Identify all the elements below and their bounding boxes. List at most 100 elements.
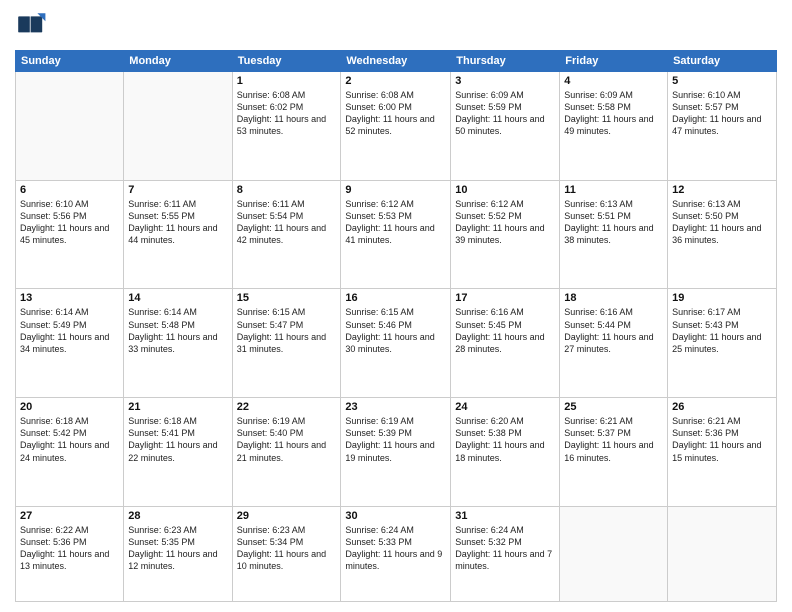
calendar-cell bbox=[668, 506, 777, 601]
day-number: 16 bbox=[345, 292, 446, 304]
weekday-header-tuesday: Tuesday bbox=[232, 51, 341, 72]
logo-icon bbox=[15, 10, 47, 42]
calendar-cell: 24Sunrise: 6:20 AM Sunset: 5:38 PM Dayli… bbox=[451, 398, 560, 507]
day-info: Sunrise: 6:11 AM Sunset: 5:54 PM Dayligh… bbox=[237, 198, 337, 247]
day-info: Sunrise: 6:09 AM Sunset: 5:59 PM Dayligh… bbox=[455, 89, 555, 138]
day-info: Sunrise: 6:16 AM Sunset: 5:45 PM Dayligh… bbox=[455, 306, 555, 355]
calendar-cell: 29 Sunrise: 6:23 AM Sunset: 5:34 PM Dayli… bbox=[232, 506, 341, 601]
calendar-cell: 12 Sunrise: 6:13 AM Sunset: 5:50 PM Dayli… bbox=[668, 180, 777, 289]
day-info: Sunrise: 6:18 AM Sunset: 5:41 PM Dayligh… bbox=[128, 415, 227, 464]
calendar-cell: 19 Sunrise: 6:17 AM Sunset: 5:43 PM Dayli… bbox=[668, 289, 777, 398]
week-row-5: 27Sunrise: 6:22 AM Sunset: 5:36 PM Dayli… bbox=[16, 506, 777, 601]
day-info: Sunrise: 6:12 AM Sunset: 5:52 PM Dayligh… bbox=[455, 198, 555, 247]
day-number: 14 bbox=[128, 292, 227, 304]
calendar-cell: 3 Sunrise: 6:09 AM Sunset: 5:59 PM Daylig… bbox=[451, 72, 560, 181]
day-number: 25 bbox=[564, 401, 663, 413]
calendar-cell: 18 Sunrise: 6:16 AM Sunset: 5:44 PM Dayli… bbox=[560, 289, 668, 398]
calendar-cell bbox=[124, 72, 232, 181]
day-info: Sunrise: 6:15 AM Sunset: 5:46 PM Dayligh… bbox=[345, 306, 446, 355]
day-info: Sunrise: 6:14 AM Sunset: 5:49 PM Dayligh… bbox=[20, 306, 119, 355]
day-number: 6 bbox=[20, 184, 119, 196]
day-number: 31 bbox=[455, 510, 555, 522]
calendar-cell: 13 Sunrise: 6:14 AM Sunset: 5:49 PM Dayli… bbox=[16, 289, 124, 398]
day-number: 24 bbox=[455, 401, 555, 413]
day-info: Sunrise: 6:21 AM Sunset: 5:37 PM Dayligh… bbox=[564, 415, 663, 464]
day-info: Sunrise: 6:15 AM Sunset: 5:47 PM Dayligh… bbox=[237, 306, 337, 355]
calendar: SundayMondayTuesdayWednesdayThursdayFrid… bbox=[15, 50, 777, 602]
day-info: Sunrise: 6:23 AM Sunset: 5:35 PM Dayligh… bbox=[128, 524, 227, 573]
calendar-cell: 25 Sunrise: 6:21 AM Sunset: 5:37 PM Dayli… bbox=[560, 398, 668, 507]
header bbox=[15, 10, 777, 42]
day-number: 17 bbox=[455, 292, 555, 304]
day-number: 27 bbox=[20, 510, 119, 522]
day-info: Sunrise: 6:16 AM Sunset: 5:44 PM Dayligh… bbox=[564, 306, 663, 355]
day-number: 3 bbox=[455, 75, 555, 87]
day-number: 19 bbox=[672, 292, 772, 304]
day-info: Sunrise: 6:11 AM Sunset: 5:55 PM Dayligh… bbox=[128, 198, 227, 247]
day-number: 15 bbox=[237, 292, 337, 304]
calendar-cell: 26 Sunrise: 6:21 AM Sunset: 5:36 PM Dayli… bbox=[668, 398, 777, 507]
day-info: Sunrise: 6:12 AM Sunset: 5:53 PM Dayligh… bbox=[345, 198, 446, 247]
calendar-cell: 6 Sunrise: 6:10 AM Sunset: 5:56 PM Daylig… bbox=[16, 180, 124, 289]
calendar-cell bbox=[560, 506, 668, 601]
day-number: 30 bbox=[345, 510, 446, 522]
calendar-cell: 4 Sunrise: 6:09 AM Sunset: 5:58 PM Daylig… bbox=[560, 72, 668, 181]
day-number: 1 bbox=[237, 75, 337, 87]
calendar-cell: 5Sunrise: 6:10 AM Sunset: 5:57 PM Daylig… bbox=[668, 72, 777, 181]
day-number: 29 bbox=[237, 510, 337, 522]
day-info: Sunrise: 6:14 AM Sunset: 5:48 PM Dayligh… bbox=[128, 306, 227, 355]
day-number: 8 bbox=[237, 184, 337, 196]
calendar-cell: 2 Sunrise: 6:08 AM Sunset: 6:00 PM Daylig… bbox=[341, 72, 451, 181]
weekday-header-row: SundayMondayTuesdayWednesdayThursdayFrid… bbox=[16, 51, 777, 72]
calendar-cell: 22Sunrise: 6:19 AM Sunset: 5:40 PM Dayli… bbox=[232, 398, 341, 507]
day-info: Sunrise: 6:13 AM Sunset: 5:50 PM Dayligh… bbox=[672, 198, 772, 247]
calendar-cell: 10 Sunrise: 6:12 AM Sunset: 5:52 PM Dayli… bbox=[451, 180, 560, 289]
calendar-cell: 17 Sunrise: 6:16 AM Sunset: 5:45 PM Dayli… bbox=[451, 289, 560, 398]
day-info: Sunrise: 6:19 AM Sunset: 5:39 PM Dayligh… bbox=[345, 415, 446, 464]
day-number: 26 bbox=[672, 401, 772, 413]
week-row-3: 13 Sunrise: 6:14 AM Sunset: 5:49 PM Dayli… bbox=[16, 289, 777, 398]
day-number: 13 bbox=[20, 292, 119, 304]
day-number: 12 bbox=[672, 184, 772, 196]
weekday-header-saturday: Saturday bbox=[668, 51, 777, 72]
page: SundayMondayTuesdayWednesdayThursdayFrid… bbox=[0, 0, 792, 612]
weekday-header-wednesday: Wednesday bbox=[341, 51, 451, 72]
day-number: 23 bbox=[345, 401, 446, 413]
day-number: 9 bbox=[345, 184, 446, 196]
weekday-header-sunday: Sunday bbox=[16, 51, 124, 72]
day-info: Sunrise: 6:13 AM Sunset: 5:51 PM Dayligh… bbox=[564, 198, 663, 247]
day-number: 7 bbox=[128, 184, 227, 196]
week-row-2: 6 Sunrise: 6:10 AM Sunset: 5:56 PM Daylig… bbox=[16, 180, 777, 289]
day-info: Sunrise: 6:09 AM Sunset: 5:58 PM Dayligh… bbox=[564, 89, 663, 138]
day-info: Sunrise: 6:08 AM Sunset: 6:02 PM Dayligh… bbox=[237, 89, 337, 138]
calendar-cell: 31 Sunrise: 6:24 AM Sunset: 5:32 PM Dayli… bbox=[451, 506, 560, 601]
day-info: Sunrise: 6:17 AM Sunset: 5:43 PM Dayligh… bbox=[672, 306, 772, 355]
day-number: 2 bbox=[345, 75, 446, 87]
calendar-cell: 21 Sunrise: 6:18 AM Sunset: 5:41 PM Dayli… bbox=[124, 398, 232, 507]
day-info: Sunrise: 6:21 AM Sunset: 5:36 PM Dayligh… bbox=[672, 415, 772, 464]
day-info: Sunrise: 6:23 AM Sunset: 5:34 PM Dayligh… bbox=[237, 524, 337, 573]
calendar-cell: 28Sunrise: 6:23 AM Sunset: 5:35 PM Dayli… bbox=[124, 506, 232, 601]
weekday-header-monday: Monday bbox=[124, 51, 232, 72]
day-info: Sunrise: 6:19 AM Sunset: 5:40 PM Dayligh… bbox=[237, 415, 337, 464]
calendar-cell: 23 Sunrise: 6:19 AM Sunset: 5:39 PM Dayli… bbox=[341, 398, 451, 507]
day-number: 21 bbox=[128, 401, 227, 413]
day-number: 4 bbox=[564, 75, 663, 87]
logo bbox=[15, 10, 51, 42]
day-number: 18 bbox=[564, 292, 663, 304]
day-number: 11 bbox=[564, 184, 663, 196]
day-number: 5 bbox=[672, 75, 772, 87]
calendar-cell bbox=[16, 72, 124, 181]
week-row-1: 1 Sunrise: 6:08 AM Sunset: 6:02 PM Daylig… bbox=[16, 72, 777, 181]
calendar-cell: 1 Sunrise: 6:08 AM Sunset: 6:02 PM Daylig… bbox=[232, 72, 341, 181]
day-info: Sunrise: 6:24 AM Sunset: 5:33 PM Dayligh… bbox=[345, 524, 446, 573]
day-info: Sunrise: 6:10 AM Sunset: 5:56 PM Dayligh… bbox=[20, 198, 119, 247]
day-info: Sunrise: 6:08 AM Sunset: 6:00 PM Dayligh… bbox=[345, 89, 446, 138]
day-info: Sunrise: 6:24 AM Sunset: 5:32 PM Dayligh… bbox=[455, 524, 555, 573]
calendar-cell: 30 Sunrise: 6:24 AM Sunset: 5:33 PM Dayli… bbox=[341, 506, 451, 601]
calendar-cell: 27Sunrise: 6:22 AM Sunset: 5:36 PM Dayli… bbox=[16, 506, 124, 601]
day-number: 10 bbox=[455, 184, 555, 196]
day-info: Sunrise: 6:18 AM Sunset: 5:42 PM Dayligh… bbox=[20, 415, 119, 464]
day-number: 20 bbox=[20, 401, 119, 413]
calendar-cell: 16 Sunrise: 6:15 AM Sunset: 5:46 PM Dayli… bbox=[341, 289, 451, 398]
